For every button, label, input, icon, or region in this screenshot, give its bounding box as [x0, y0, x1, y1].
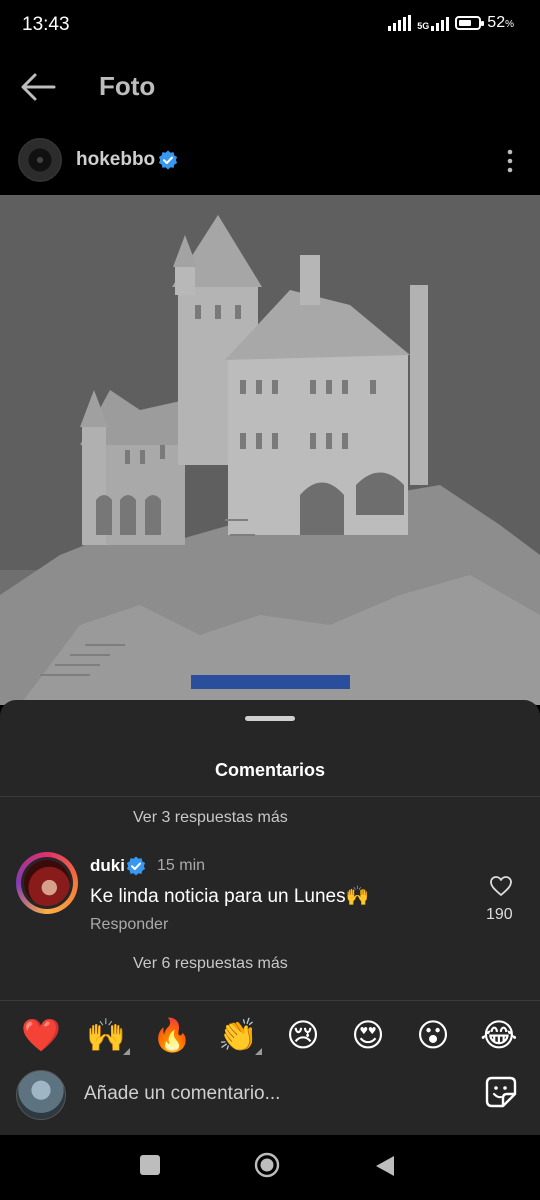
variant-indicator-icon	[255, 1048, 262, 1055]
divider	[0, 796, 540, 797]
heart-outline-icon[interactable]	[489, 875, 513, 897]
my-avatar	[16, 1070, 66, 1120]
comment-input[interactable]	[84, 1078, 474, 1110]
post-photo[interactable]	[0, 195, 540, 705]
status-bar: 13:43 5G 52%	[0, 0, 540, 50]
recent-apps-icon[interactable]	[140, 1155, 160, 1175]
sand-castle-image	[0, 195, 540, 705]
post-author-username[interactable]: hokebbo	[76, 149, 155, 171]
comment-time: 15 min	[157, 857, 206, 874]
view-more-replies-bottom[interactable]: Ver 6 respuestas más	[133, 955, 288, 973]
reply-button[interactable]: Responder	[90, 916, 168, 934]
commenter-avatar[interactable]	[24, 860, 70, 906]
emoji-heart-eyes[interactable]: 😍	[346, 1013, 390, 1057]
emoji-red-heart[interactable]: ❤️	[19, 1013, 63, 1057]
emoji-raising-hands[interactable]: 🙌	[84, 1013, 130, 1057]
network-type: 5G	[417, 21, 430, 31]
comment-text: Ke linda noticia para un Lunes🙌	[90, 886, 370, 907]
more-options-icon[interactable]	[500, 148, 520, 174]
battery-percent: 52%	[487, 14, 514, 31]
page-title: Foto	[99, 71, 156, 101]
emoji-tears-of-joy[interactable]: 😂	[477, 1013, 521, 1057]
commenter-username[interactable]: duki	[90, 856, 125, 876]
like-count: 190	[486, 906, 513, 923]
emoji-crying-face[interactable]: 😢	[281, 1013, 325, 1057]
battery-icon	[455, 16, 485, 30]
variant-indicator-icon	[123, 1048, 130, 1055]
sheet-drag-handle[interactable]	[245, 716, 295, 721]
divider	[0, 1000, 540, 1001]
view-more-replies-top[interactable]: Ver 3 respuestas más	[133, 809, 288, 827]
sticker-icon[interactable]	[484, 1075, 518, 1109]
emoji-clapping-hands[interactable]: 👏	[216, 1013, 262, 1057]
emoji-fire[interactable]: 🔥	[150, 1013, 194, 1057]
emoji-astonished-face[interactable]: 😮	[411, 1013, 455, 1057]
cellular-signal-icon: 5G	[417, 15, 450, 31]
comments-title: Comentarios	[214, 760, 326, 780]
verified-badge-icon	[158, 150, 178, 170]
home-icon[interactable]	[254, 1152, 280, 1178]
back-triangle-icon[interactable]	[374, 1154, 396, 1178]
status-icons: 5G 52%	[388, 14, 514, 32]
wifi-signal-icon	[388, 15, 412, 31]
verified-badge-icon	[126, 856, 146, 876]
post-author-avatar[interactable]	[18, 138, 62, 182]
ad-banner[interactable]	[191, 675, 350, 689]
arrow-left-icon[interactable]	[20, 70, 56, 104]
status-time: 13:43	[22, 14, 70, 35]
